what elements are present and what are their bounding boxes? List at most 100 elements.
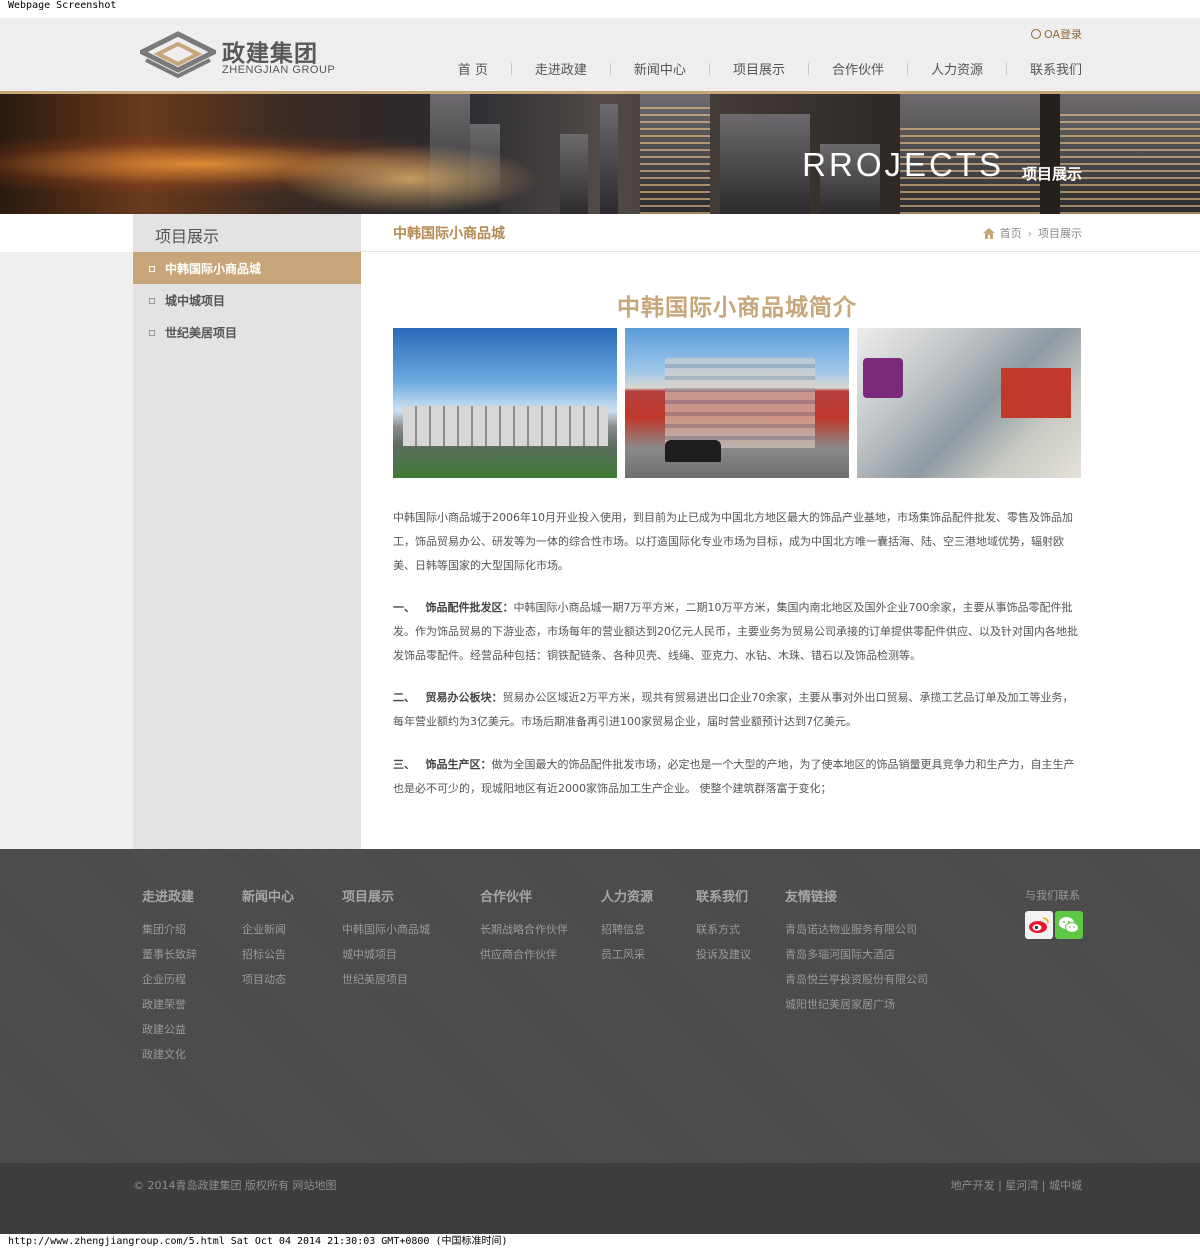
footer-link[interactable]: 企业新闻 <box>242 917 294 942</box>
main-content: 中韩国际小商品城 首页 › 项目展示 中韩国际小商品城简介 中韩国际小商品城于2… <box>361 214 1200 849</box>
footer-link[interactable]: 投诉及建议 <box>696 942 751 967</box>
footer-link[interactable]: 城中城项目 <box>342 942 430 967</box>
oa-login-link[interactable]: OA登录 <box>1031 26 1082 42</box>
screenshot-caption-top: Webpage Screenshot <box>0 0 1200 18</box>
copyright: © 2014青岛政建集团 版权所有 网站地图 <box>133 1177 337 1193</box>
nav-item-news[interactable]: 新闻中心 <box>634 59 686 78</box>
nav-divider <box>708 62 710 75</box>
breadcrumb-current[interactable]: 项目展示 <box>1038 225 1082 241</box>
footer-link[interactable]: 联系方式 <box>696 917 751 942</box>
nav-item-contact[interactable]: 联系我们 <box>1030 59 1082 78</box>
footer-col-hr: 人力资源 招聘信息 员工风采 <box>601 886 653 967</box>
logo-text-cn: 政建集团 <box>222 41 318 67</box>
footer-link[interactable]: 董事长致辞 <box>142 942 197 967</box>
section-text: 做为全国最大的饰品配件批发市场，必定也是一个大型的产地，为了使本地区的饰品销量更… <box>393 758 1075 795</box>
sidebar-item-label: 中韩国际小商品城 <box>165 262 262 276</box>
nav-item-about[interactable]: 走进政建 <box>535 59 587 78</box>
bullet-icon <box>149 266 155 272</box>
section-label: 饰品配件批发区： <box>425 601 514 614</box>
bottom-link[interactable]: 星河湾 <box>1005 1179 1038 1192</box>
sidebar-item-zhonghan[interactable]: 中韩国际小商品城 <box>133 252 361 284</box>
banner-title-cn: 项目展示 <box>1021 165 1082 183</box>
site-footer: 走进政建 集团介绍 董事长致辞 企业历程 政建荣誉 政建公益 政建文化 新闻中心… <box>0 849 1200 1163</box>
nav-divider <box>807 62 809 75</box>
footer-col-about: 走进政建 集团介绍 董事长致辞 企业历程 政建荣誉 政建公益 政建文化 <box>142 886 197 1067</box>
content-header: 中韩国际小商品城 首页 › 项目展示 <box>361 214 1200 252</box>
banner-image: RROJECTS 项目展示 <box>0 94 1200 214</box>
sitemap-link[interactable]: 网站地图 <box>293 1179 337 1192</box>
footer-link[interactable]: 集团介绍 <box>142 917 197 942</box>
article-section-1: 一、 饰品配件批发区：中韩国际小商品城一期7万平方米，二期10万平方米，集国内南… <box>393 601 1078 662</box>
footer-col-contact: 联系我们 联系方式 投诉及建议 <box>696 886 751 967</box>
footer-link[interactable]: 青岛悦兰亭投资股份有限公司 <box>785 967 928 992</box>
section-label: 饰品生产区： <box>425 758 492 771</box>
article-intro: 中韩国际小商品城于2006年10月开业投入使用，到目前为止已成为中国北方地区最大… <box>393 511 1073 572</box>
sidebar-item-chengzhongcheng[interactable]: 城中城项目 <box>133 284 361 316</box>
footer-link[interactable]: 政建荣誉 <box>142 992 197 1017</box>
footer-link[interactable]: 城阳世纪美居家居广场 <box>785 992 928 1017</box>
screenshot-caption-bottom: http://www.zhengjiangroup.com/5.html Sat… <box>0 1234 1200 1249</box>
main-nav: 首 页 走进政建 新闻中心 项目展示 合作伙伴 人力资源 联系我们 <box>458 59 1082 78</box>
contact-us-label: 与我们联系 <box>1025 889 1080 902</box>
footer-link[interactable]: 招聘信息 <box>601 917 653 942</box>
user-icon <box>1031 29 1041 39</box>
home-icon <box>982 227 995 239</box>
copyright-text: © 2014青岛政建集团 版权所有 <box>133 1179 289 1192</box>
nav-divider <box>906 62 908 75</box>
footer-col-news: 新闻中心 企业新闻 招标公告 项目动态 <box>242 886 294 992</box>
section-label: 贸易办公板块： <box>425 691 503 704</box>
bottom-link[interactable]: 城中城 <box>1049 1179 1082 1192</box>
footer-link[interactable]: 招标公告 <box>242 942 294 967</box>
footer-link[interactable]: 政建文化 <box>142 1042 197 1067</box>
footer-link[interactable]: 青岛多瑙河国际大酒店 <box>785 942 928 967</box>
article-title: 中韩国际小商品城简介 <box>617 295 857 321</box>
nav-divider <box>609 62 611 75</box>
footer-link[interactable]: 员工风采 <box>601 942 653 967</box>
footer-link[interactable]: 企业历程 <box>142 967 197 992</box>
nav-item-home[interactable]: 首 页 <box>458 59 488 78</box>
banner-title-en: RROJECTS <box>802 146 1004 183</box>
sidebar-item-label: 城中城项目 <box>165 294 226 308</box>
footer-link[interactable]: 长期战略合作伙伴 <box>480 917 568 942</box>
weibo-icon[interactable] <box>1025 911 1053 939</box>
photo-exterior-street <box>625 328 849 478</box>
footer-col-friend-links: 友情链接 青岛诺达物业服务有限公司 青岛多瑙河国际大酒店 青岛悦兰亭投资股份有限… <box>785 886 928 1017</box>
logo[interactable]: 政建集团 ZHENGJIAN GROUP <box>140 30 340 80</box>
sidebar-title: 项目展示 <box>133 214 361 252</box>
footer-link[interactable]: 政建公益 <box>142 1017 197 1042</box>
sidebar-item-label: 世纪美居项目 <box>165 326 238 340</box>
footer-col-partners: 合作伙伴 长期战略合作伙伴 供应商合作伙伴 <box>480 886 568 967</box>
oa-login-label: OA登录 <box>1044 28 1082 41</box>
footer-link[interactable]: 世纪美居项目 <box>342 967 430 992</box>
footer-bottom-bar: © 2014青岛政建集团 版权所有 网站地图 地产开发 | 星河湾 | 城中城 <box>0 1163 1200 1234</box>
photo-interior-mall <box>857 328 1081 478</box>
bullet-icon <box>149 330 155 336</box>
nav-item-partners[interactable]: 合作伙伴 <box>832 59 884 78</box>
footer-link[interactable]: 项目动态 <box>242 967 294 992</box>
logo-mark-icon <box>140 31 216 79</box>
bottom-link[interactable]: 地产开发 <box>951 1179 995 1192</box>
footer-link[interactable]: 中韩国际小商品城 <box>342 917 430 942</box>
sidebar: 项目展示 中韩国际小商品城 城中城项目 世纪美居项目 <box>133 214 361 849</box>
article-section-3: 三、 饰品生产区：做为全国最大的饰品配件批发市场，必定也是一个大型的产地，为了使… <box>393 758 1075 795</box>
wechat-icon[interactable] <box>1055 911 1083 939</box>
footer-col-projects: 项目展示 中韩国际小商品城 城中城项目 世纪美居项目 <box>342 886 430 992</box>
photo-exterior-aerial <box>393 328 617 478</box>
photo-strip <box>393 328 1081 478</box>
nav-item-projects[interactable]: 项目展示 <box>733 59 785 78</box>
chevron-right-icon: › <box>1027 226 1032 240</box>
breadcrumb: 首页 › 项目展示 <box>982 225 1082 241</box>
nav-divider <box>1005 62 1007 75</box>
article-section-2: 二、 贸易办公板块：贸易办公区域近2万平方米，现共有贸易进出口企业70余家，主要… <box>393 691 1074 728</box>
logo-text-en: ZHENGJIAN GROUP <box>222 64 336 76</box>
bottom-links: 地产开发 | 星河湾 | 城中城 <box>950 1179 1082 1192</box>
breadcrumb-home[interactable]: 首页 <box>1000 225 1022 241</box>
footer-link[interactable]: 青岛诺达物业服务有限公司 <box>785 917 928 942</box>
nav-item-hr[interactable]: 人力资源 <box>931 59 983 78</box>
sidebar-item-shijimeiju[interactable]: 世纪美居项目 <box>133 316 361 348</box>
nav-divider <box>510 62 512 75</box>
bullet-icon <box>149 298 155 304</box>
footer-link[interactable]: 供应商合作伙伴 <box>480 942 568 967</box>
content-heading: 中韩国际小商品城 <box>393 226 505 242</box>
site-header: 政建集团 ZHENGJIAN GROUP OA登录 首 页 走进政建 新闻中心 … <box>0 18 1200 91</box>
